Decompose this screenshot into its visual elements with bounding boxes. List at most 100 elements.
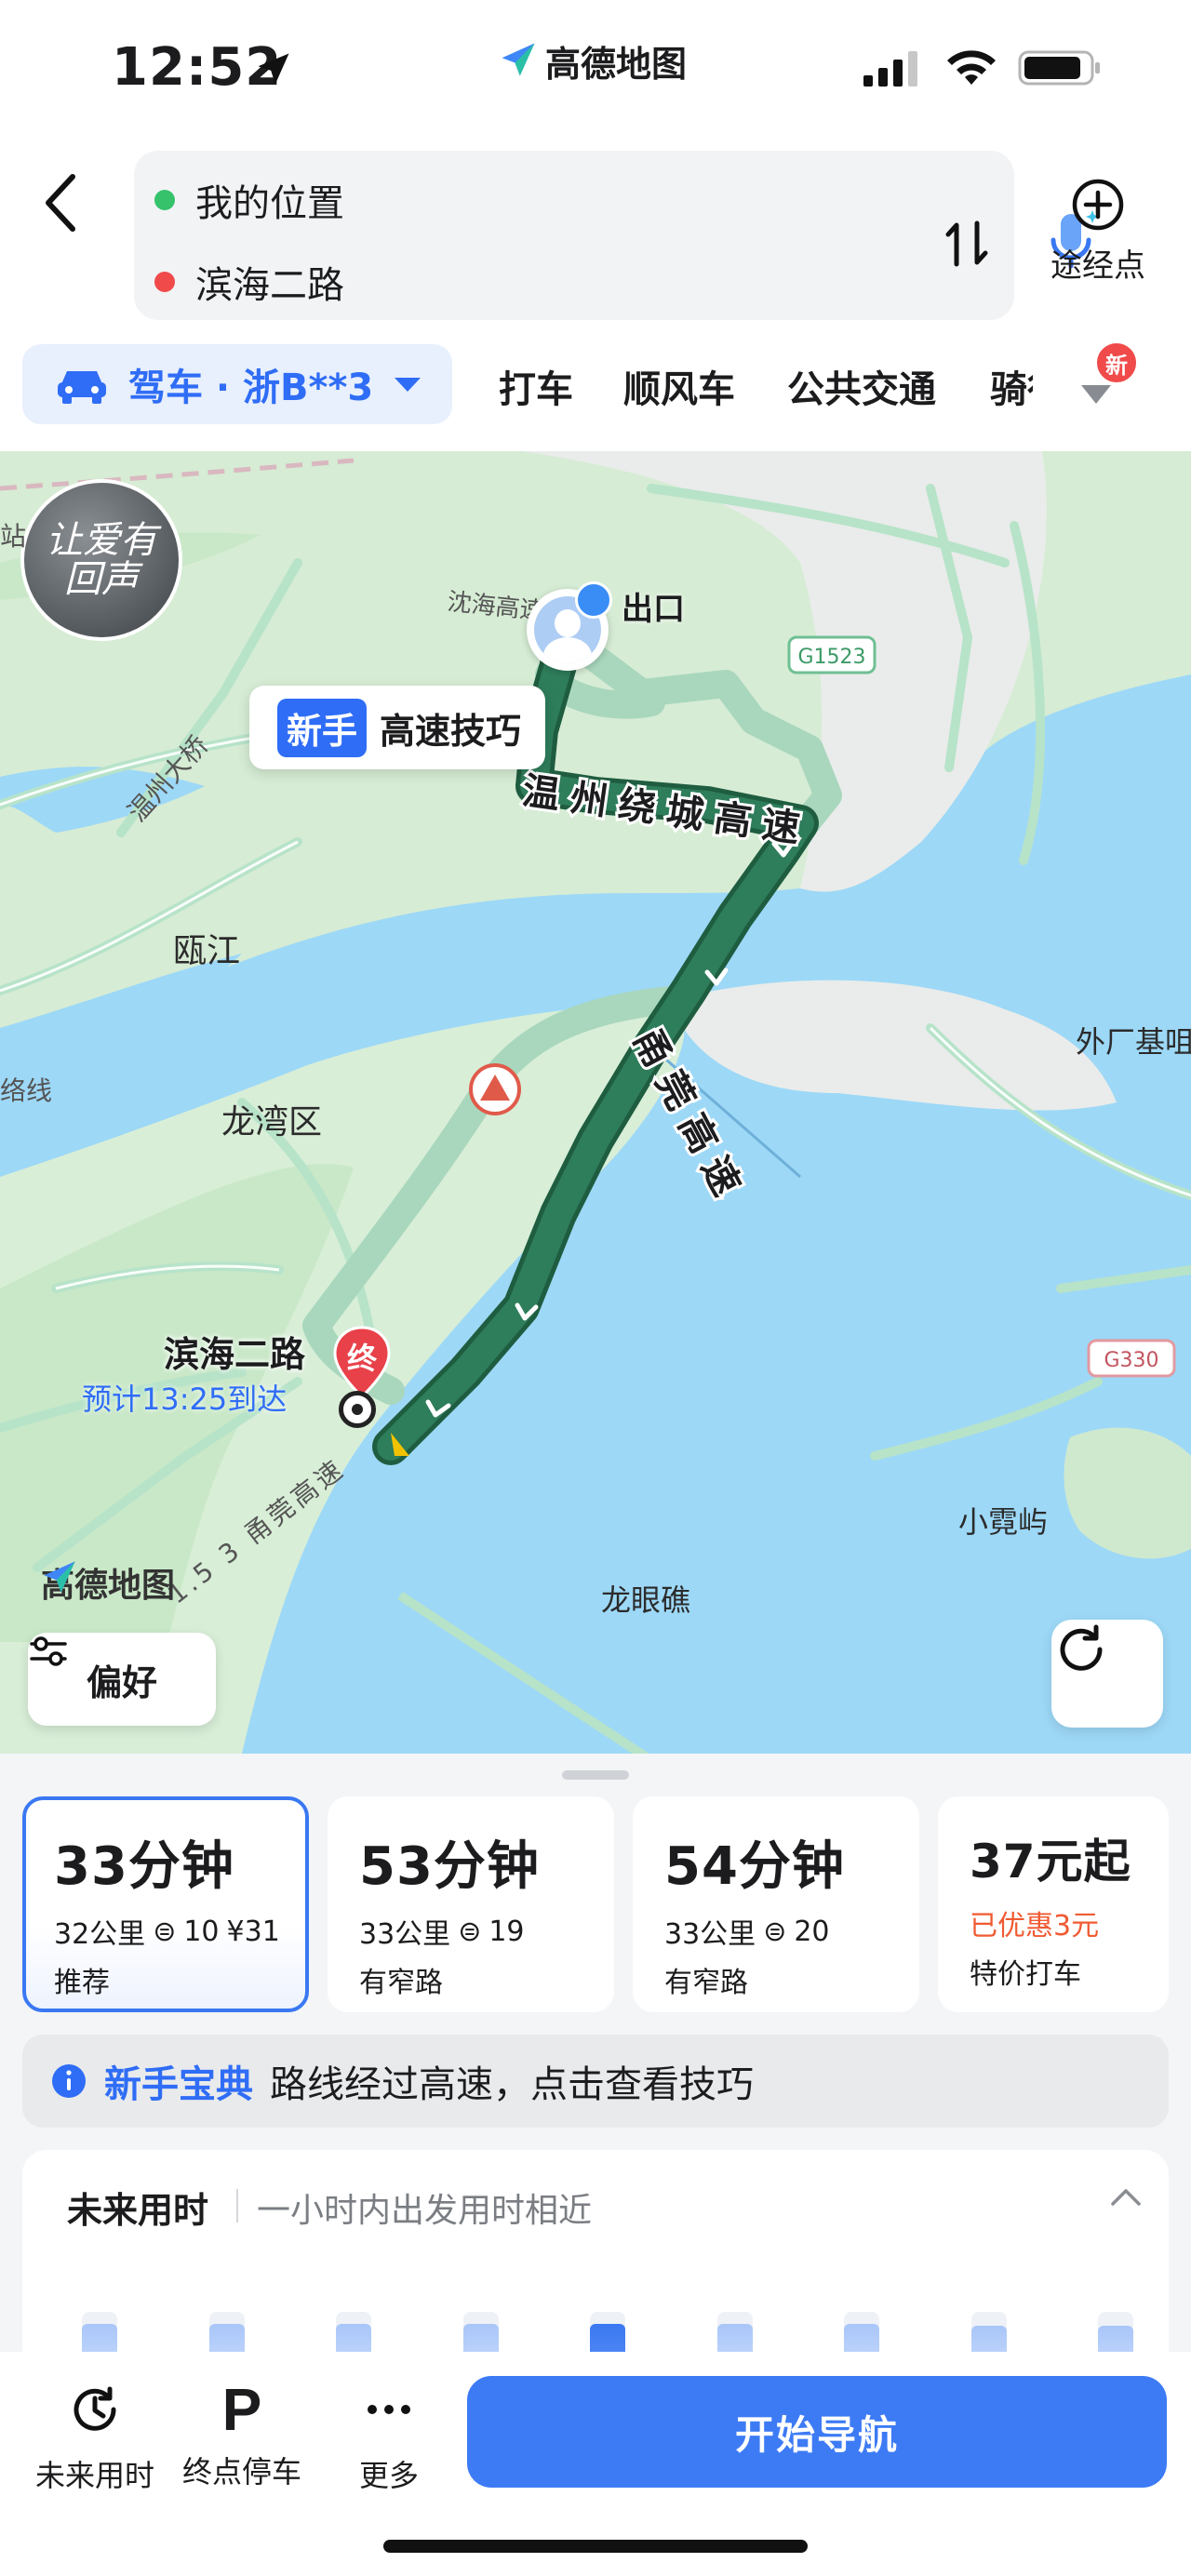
tips-text: 路线经过高速，点击查看技巧	[270, 2063, 754, 2106]
place-waichang: 外厂基咀	[1076, 1024, 1191, 1060]
traffic-light-icon: ⊜	[458, 1915, 482, 1948]
highway-tip-card[interactable]: 新手 高速技巧	[249, 686, 546, 769]
destination-text: 滨海二路	[195, 264, 344, 307]
origin-text: 我的位置	[195, 182, 344, 225]
route-option-recommended[interactable]: 33分钟 32公里 ⊜ 10 ¥31 推荐	[22, 1796, 309, 2012]
tip-text: 高速技巧	[380, 710, 522, 752]
swap-arrows-icon	[945, 220, 988, 267]
home-indicator[interactable]	[383, 2540, 808, 2553]
tip-badge: 新手	[277, 698, 368, 757]
battery-icon	[1018, 48, 1102, 91]
chevron-left-icon	[46, 174, 75, 232]
chevron-up-icon[interactable]	[1107, 2183, 1144, 2215]
place-luoxian: 络线	[0, 1075, 53, 1106]
route-duration: 33分钟	[54, 1836, 234, 1897]
travel-mode-tabs: 驾车 · 浙B**3 打车 顺风车 公共交通 骑行 新	[0, 340, 1191, 437]
destination-eta: 预计13:25到达	[82, 1381, 288, 1417]
route-duration: 54分钟	[664, 1836, 845, 1897]
more-button[interactable]: 更多	[314, 2380, 463, 2495]
preferences-label: 偏好	[86, 1662, 157, 1703]
shield-g330: G330	[1104, 1349, 1158, 1372]
tab-taxi[interactable]: 打车	[499, 359, 573, 413]
destination-field[interactable]: 滨海二路	[154, 255, 344, 309]
route-meta: 32公里 ⊜ 10 ¥31	[54, 1911, 305, 1952]
more-dots-icon	[368, 2405, 410, 2414]
destination-dot-icon	[154, 272, 175, 292]
swap-button[interactable]	[943, 218, 990, 274]
add-circle-icon	[1072, 179, 1124, 231]
route-option-taxi[interactable]: 37元起 已优惠3元 特价打车	[938, 1796, 1169, 2012]
route-meta: 33公里 ⊜ 19	[359, 1911, 614, 1952]
place-longwan: 龙湾区	[221, 1103, 323, 1141]
divider	[236, 2189, 238, 2222]
status-bar: 12:52 高德地图	[0, 0, 1191, 140]
destination-parking-button[interactable]: P 终点停车	[167, 2380, 316, 2491]
route-lights: 20	[794, 1915, 830, 1948]
status-app-indicator: 高德地图	[499, 35, 687, 87]
map-watermark: 高德地图	[41, 1558, 175, 1607]
beginner-tips-banner[interactable]: 新手宝典 路线经过高速，点击查看技巧	[22, 2035, 1169, 2128]
traffic-light-icon: ⊜	[763, 1915, 787, 1948]
place-oujiang: 瓯江	[173, 932, 241, 970]
route-distance: 32公里	[54, 1918, 146, 1951]
caret-down-icon	[395, 378, 422, 392]
amap-logo-icon	[44, 1561, 75, 1593]
shield-g1523: G1523	[797, 646, 865, 669]
destination-map-name: 滨海二路	[164, 1334, 306, 1375]
future-time-title: 未来用时	[67, 2190, 209, 2231]
route-options: 33分钟 32公里 ⊜ 10 ¥31 推荐 53分钟 33公里 ⊜ 19 有窄路…	[22, 1796, 1169, 2012]
back-button[interactable]	[37, 167, 93, 242]
route-header: 我的位置 滨海二路 途经点 驾车 · 浙B**3 打车 顺风车 公共交通 骑行 …	[0, 140, 1191, 451]
wifi-icon	[945, 49, 997, 90]
route-tag: 推荐	[54, 1967, 110, 1999]
sheet-drag-handle[interactable]	[562, 1770, 629, 1780]
route-distance: 33公里	[359, 1918, 451, 1951]
route-meta: 33公里 ⊜ 20	[664, 1911, 919, 1952]
route-tag: 有窄路	[664, 1967, 748, 1999]
route-distance: 33公里	[664, 1918, 756, 1951]
promo-text: 让爱有回声	[46, 519, 157, 601]
location-arrow-icon	[253, 48, 294, 93]
route-option-3[interactable]: 54分钟 33公里 ⊜ 20 有窄路	[633, 1796, 919, 2012]
origin-dot-icon	[154, 190, 175, 210]
exit-icon	[575, 581, 612, 619]
car-icon	[58, 371, 106, 404]
sliders-icon	[30, 1636, 67, 1666]
more-button-label: 更多	[358, 2458, 419, 2493]
future-time-button-label: 未来用时	[34, 2458, 154, 2493]
refresh-icon	[1060, 1624, 1103, 1671]
tab-cycling[interactable]: 骑行	[990, 359, 1033, 413]
tips-highlight: 新手宝典	[104, 2063, 253, 2106]
promo-bubble[interactable]: 让爱有回声	[20, 479, 182, 641]
route-option-2[interactable]: 53分钟 33公里 ⊜ 19 有窄路	[328, 1796, 614, 2012]
origin-field[interactable]: 我的位置	[154, 173, 344, 227]
route-map[interactable]: G1523 G330 温州绕城高速 甬莞高速 沈海高速 1.5 3 甬莞高速 温…	[0, 451, 1191, 1754]
tab-public-transit[interactable]: 公共交通	[787, 359, 936, 413]
amap-logo-icon	[499, 40, 538, 83]
refresh-button[interactable]	[1051, 1620, 1163, 1728]
start-navigation-button[interactable]: 开始导航	[467, 2376, 1167, 2488]
route-duration: 53分钟	[359, 1836, 540, 1897]
signal-icon	[863, 49, 925, 90]
tab-drive[interactable]: 驾车 · 浙B**3	[22, 344, 452, 424]
place-longyanjiao: 龙眼礁	[601, 1582, 691, 1618]
place-zhan: 站	[0, 521, 27, 552]
destination-marker-label: 终	[346, 1341, 377, 1376]
preferences-button[interactable]: 偏好	[28, 1633, 216, 1726]
status-icons	[863, 48, 1102, 91]
taxi-price: 37元起	[970, 1835, 1131, 1889]
tab-drive-label: 驾车 · 浙B**3	[128, 367, 374, 409]
route-lights: 10	[183, 1915, 220, 1948]
taxi-discount: 已优惠3元	[970, 1910, 1100, 1942]
route-tag: 有窄路	[359, 1967, 443, 1999]
info-icon	[52, 2064, 86, 2098]
exit-label: 出口	[622, 591, 685, 628]
route-tag: 特价打车	[970, 1958, 1081, 1991]
route-lights: 19	[488, 1915, 525, 1948]
destination-point-icon	[339, 1391, 376, 1428]
future-time-button[interactable]: 未来用时	[20, 2380, 169, 2495]
tab-carpool[interactable]: 顺风车	[623, 359, 735, 413]
add-waypoint-button[interactable]: 途经点	[1042, 177, 1154, 286]
future-time-subtitle: 一小时内出发用时相近	[257, 2192, 593, 2230]
route-toll: ¥31	[226, 1915, 280, 1948]
